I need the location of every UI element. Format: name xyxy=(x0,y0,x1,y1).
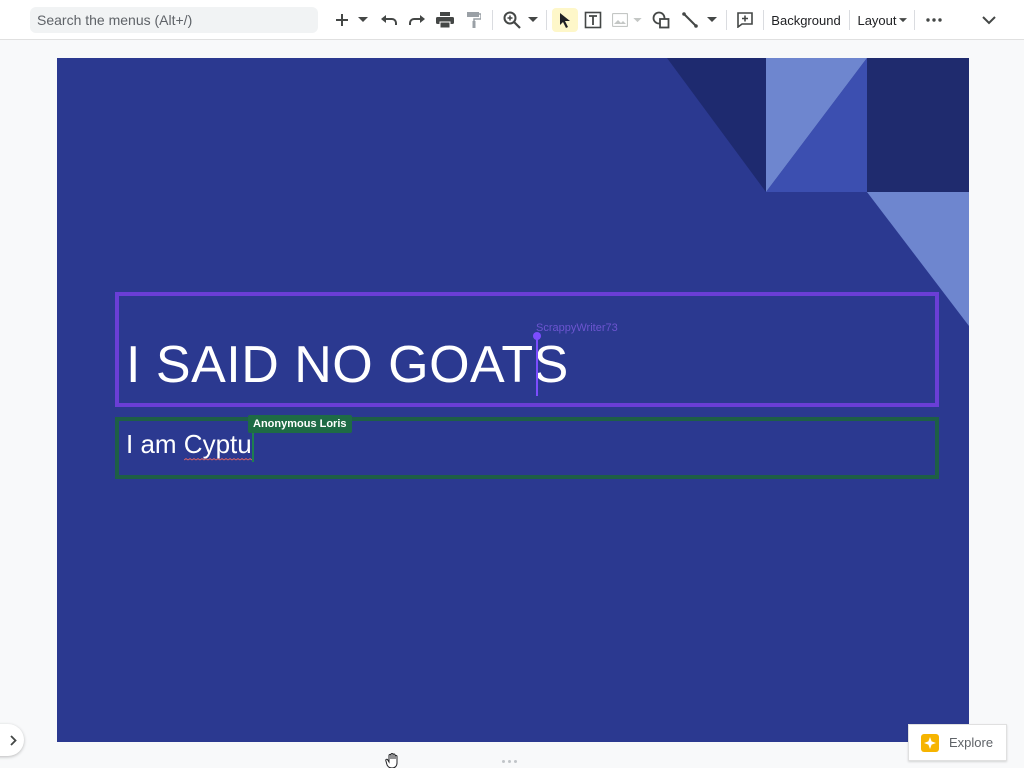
collaborator-cursor-subtitle xyxy=(252,430,254,462)
insert-image-button[interactable] xyxy=(609,8,631,32)
undo-button[interactable] xyxy=(377,8,401,32)
zoom-dropdown[interactable] xyxy=(525,8,541,32)
zoom-icon xyxy=(503,11,521,29)
add-comment-button[interactable] xyxy=(733,8,757,32)
zoom-button[interactable] xyxy=(500,8,524,32)
line-button[interactable] xyxy=(679,8,701,32)
collaborator-cursor-title xyxy=(536,338,538,396)
more-options-button[interactable] xyxy=(922,8,946,32)
undo-icon xyxy=(381,15,397,25)
print-icon xyxy=(436,12,454,28)
chevron-down-icon xyxy=(632,17,642,22)
search-menus-input[interactable]: Search the menus (Alt+/) xyxy=(30,7,318,33)
text-box-button[interactable] xyxy=(582,8,604,32)
hand-cursor-icon xyxy=(385,753,398,768)
paint-format-icon xyxy=(467,12,481,28)
chevron-down-icon xyxy=(707,17,717,22)
layout-label: Layout xyxy=(857,12,897,28)
layout-button[interactable]: Layout xyxy=(856,8,908,32)
collapse-toolbar-button[interactable] xyxy=(977,8,1001,32)
collapse-icon xyxy=(982,15,996,24)
toolbar: Search the menus (Alt+/) Background Layo… xyxy=(0,0,1024,40)
more-icon xyxy=(926,18,942,22)
chevron-right-icon xyxy=(9,734,17,746)
plus-icon xyxy=(336,14,348,26)
background-button[interactable]: Background xyxy=(770,8,842,32)
redo-button[interactable] xyxy=(405,8,429,32)
resize-handle[interactable] xyxy=(502,760,517,763)
collaborator-label-title: ScrappyWriter73 xyxy=(536,322,618,334)
shape-icon xyxy=(652,11,670,29)
image-icon xyxy=(612,13,628,27)
redo-icon xyxy=(409,15,425,25)
line-dropdown[interactable] xyxy=(704,8,720,32)
new-slide-dropdown[interactable] xyxy=(355,8,371,32)
explore-icon xyxy=(921,733,939,752)
slide-subtitle[interactable]: I am Cyptu xyxy=(126,429,252,460)
explore-label: Explore xyxy=(949,735,994,750)
collaborator-label-subtitle: Anonymous Loris xyxy=(248,415,352,433)
paint-format-button[interactable] xyxy=(462,8,486,32)
insert-image-dropdown[interactable] xyxy=(630,8,644,32)
spellcheck-underline xyxy=(184,458,252,461)
print-button[interactable] xyxy=(433,8,457,32)
slide-title[interactable]: I SAID NO GOATS xyxy=(126,335,569,395)
chevron-down-icon xyxy=(898,17,907,22)
explore-button[interactable]: Explore xyxy=(908,724,1007,761)
line-icon xyxy=(682,12,698,28)
chevron-down-icon xyxy=(358,17,368,22)
text-box-icon xyxy=(584,11,602,29)
select-tool-button[interactable] xyxy=(552,8,578,32)
shape-button[interactable] xyxy=(649,8,673,32)
comment-icon xyxy=(737,12,753,28)
chevron-down-icon xyxy=(528,17,538,22)
select-icon xyxy=(560,13,570,28)
new-slide-button[interactable] xyxy=(330,8,354,32)
